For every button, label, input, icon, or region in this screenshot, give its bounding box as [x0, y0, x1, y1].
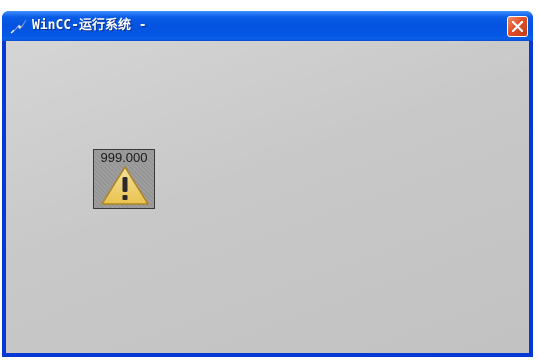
- wincc-runtime-icon[interactable]: [10, 18, 28, 34]
- close-icon: [512, 21, 523, 32]
- runtime-screen: 999.000: [6, 41, 529, 353]
- io-field-value: 999.000: [100, 150, 148, 165]
- title-bar[interactable]: WinCC-运行系统 -: [2, 11, 533, 41]
- warning-icon: [99, 164, 151, 210]
- close-button[interactable]: [507, 16, 528, 37]
- runtime-window: WinCC-运行系统 - 999.000: [2, 11, 533, 357]
- window-title: WinCC-运行系统 -: [32, 18, 155, 33]
- io-field[interactable]: 999.000: [93, 149, 155, 209]
